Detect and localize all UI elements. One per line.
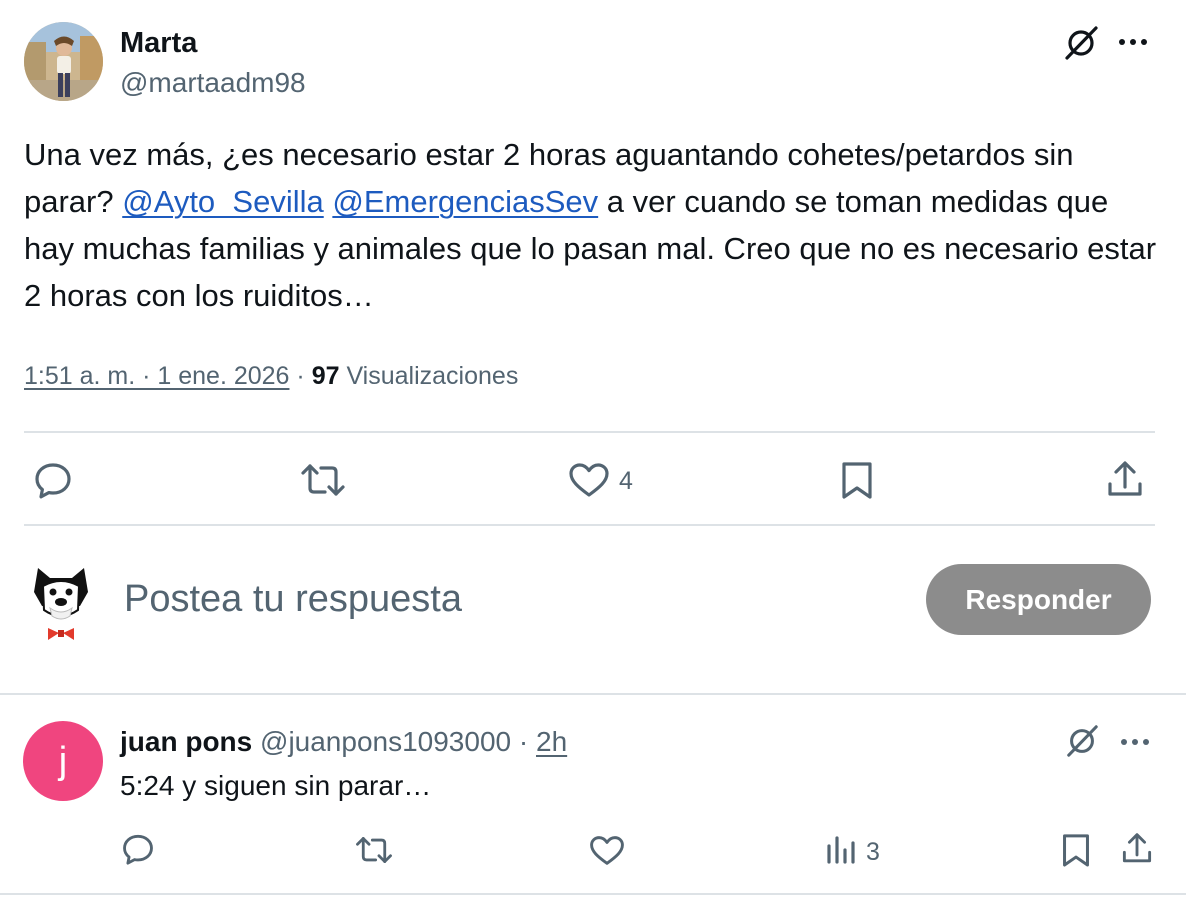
author-name[interactable]: Marta [120, 26, 197, 60]
user-avatar[interactable] [28, 562, 94, 644]
meta-separator: · [289, 362, 312, 390]
divider [24, 431, 1155, 433]
reply-avatar[interactable]: j [23, 721, 103, 801]
reply-icon[interactable] [121, 833, 155, 865]
reply-time[interactable]: 2h [536, 726, 567, 757]
views-label: Visualizaciones [346, 362, 519, 390]
bookmark-icon[interactable] [1061, 832, 1091, 868]
divider [0, 893, 1186, 895]
reply-author-handle[interactable]: @juanpons1093000 [260, 726, 511, 757]
more-icon[interactable] [1116, 28, 1150, 56]
author-avatar[interactable] [24, 22, 103, 101]
mention-link[interactable]: @EmergenciasSev [332, 184, 598, 219]
share-icon[interactable] [1106, 460, 1144, 500]
reply-separator: · [511, 726, 536, 757]
reply-icon[interactable] [33, 461, 73, 499]
retweet-icon[interactable] [355, 834, 393, 866]
reply-header: juan pons @juanpons1093000 · 2h [120, 724, 567, 760]
share-icon[interactable] [1121, 832, 1153, 866]
post-meta: 1:51 a. m. · 1 ene. 2026 · 97 Visualizac… [24, 358, 518, 394]
more-icon[interactable] [1118, 728, 1152, 756]
retweet-icon[interactable] [300, 461, 346, 499]
likes-count: 4 [619, 467, 633, 495]
divider [24, 524, 1155, 526]
reply-author-name[interactable]: juan pons [120, 726, 252, 757]
reply-text: 5:24 y siguen sin parar… [120, 770, 432, 801]
reply-button[interactable]: Responder [926, 564, 1151, 635]
reply-input[interactable]: Postea tu respuesta [124, 576, 462, 622]
author-handle[interactable]: @martaadm98 [120, 66, 306, 100]
post-timestamp[interactable]: 1:51 a. m. · 1 ene. 2026 [24, 362, 289, 390]
mention-link[interactable]: @Ayto_Sevilla [122, 184, 324, 219]
post-text: Una vez más, ¿es necesario estar 2 horas… [24, 131, 1164, 319]
grok-icon[interactable] [1062, 24, 1100, 62]
grok-icon[interactable] [1064, 723, 1100, 759]
views-icon[interactable] [824, 834, 858, 866]
bookmark-icon[interactable] [840, 460, 874, 500]
like-icon[interactable] [568, 462, 610, 498]
divider [0, 693, 1186, 695]
views-count: 97 [311, 362, 340, 390]
views-count: 3 [866, 838, 880, 866]
like-icon[interactable] [589, 835, 625, 866]
